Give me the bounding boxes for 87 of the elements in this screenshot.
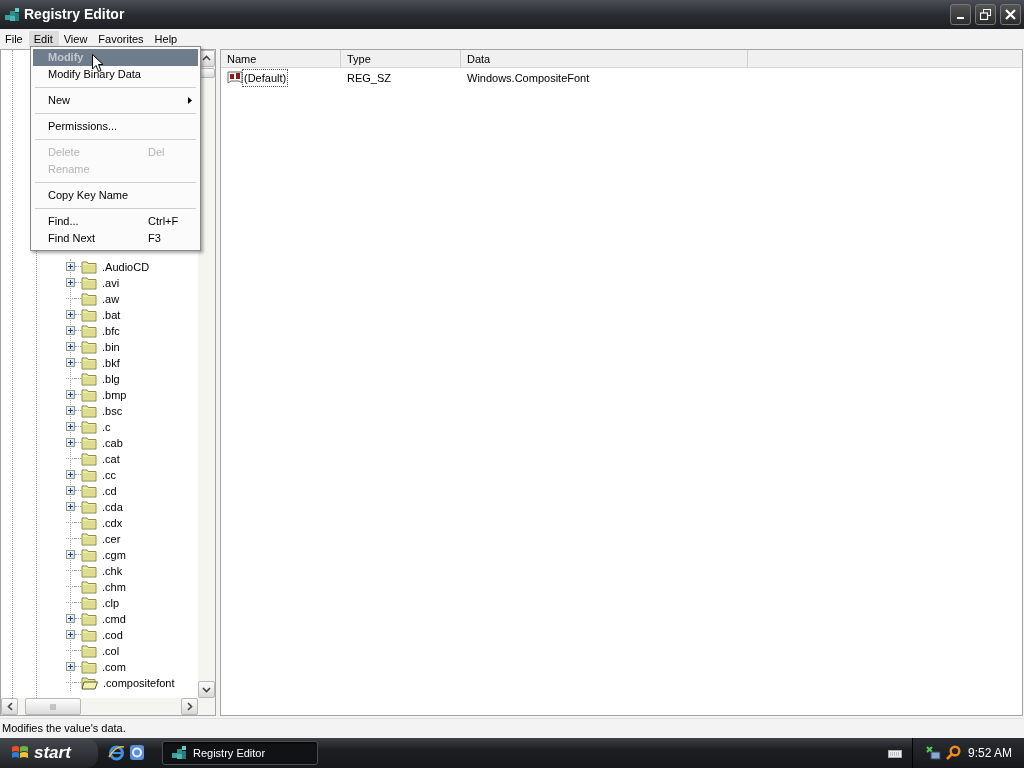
tree-item[interactable]: .cgm [101, 547, 127, 562]
menu-item[interactable]: Help [149, 30, 184, 47]
string-value-icon [227, 69, 243, 86]
expand-icon[interactable] [66, 550, 75, 560]
expand-icon[interactable] [66, 502, 75, 512]
menu-item[interactable]: Copy Key Name [33, 187, 198, 204]
start-button[interactable]: start [0, 738, 98, 768]
value-data: Windows.CompositeFont [466, 70, 591, 86]
tree-item[interactable]: .bat [101, 307, 122, 322]
keyboard-icon[interactable] [888, 748, 902, 758]
tree-item[interactable]: .cer [101, 531, 122, 546]
expand-icon[interactable] [66, 630, 75, 640]
menu-item[interactable]: View [58, 30, 94, 47]
browser-icon[interactable] [108, 744, 125, 762]
tree-item[interactable]: .compositefont [102, 675, 176, 690]
expand-icon[interactable] [66, 614, 75, 624]
grip-icon [49, 703, 57, 710]
tree-item[interactable]: .cd [101, 483, 118, 498]
tree-item[interactable]: .bfc [101, 323, 121, 338]
expand-icon[interactable] [66, 358, 75, 368]
menu-item[interactable]: Find... Ctrl+F [33, 213, 198, 230]
tree-item[interactable]: .avi [101, 275, 121, 290]
desktop-shortcut-icon[interactable] [129, 744, 145, 762]
tree-item[interactable]: .bmp [101, 387, 128, 402]
tree-item[interactable]: .chm [101, 579, 127, 594]
expand-icon[interactable] [66, 262, 75, 272]
network-icon[interactable] [925, 745, 941, 761]
menu-item[interactable]: File [0, 30, 29, 47]
restore-button[interactable] [975, 3, 996, 25]
scroll-down-button[interactable] [198, 681, 215, 699]
tree-item[interactable]: .cab [101, 435, 124, 450]
menu-item[interactable]: Edit [28, 30, 59, 47]
cubes-icon [4, 6, 20, 22]
expand-icon[interactable] [66, 278, 75, 288]
expand-icon[interactable] [66, 406, 75, 416]
expand-icon[interactable] [66, 342, 75, 352]
expand-icon[interactable] [66, 470, 75, 480]
menu-item[interactable]: Find Next F3 [33, 230, 198, 247]
scroll-right-button[interactable] [181, 698, 198, 716]
tree-item[interactable]: .bin [101, 339, 121, 354]
tree-item[interactable]: .com [101, 659, 127, 674]
minimize-icon [957, 16, 964, 19]
value-type: REG_SZ [346, 70, 392, 86]
status-text: Modifies the value's data. [0, 718, 1024, 738]
tree-item[interactable]: .cmd [101, 611, 127, 626]
tree-item[interactable]: .cdx [101, 515, 124, 530]
minimize-button[interactable] [950, 3, 971, 25]
cubes-icon [171, 745, 187, 761]
menu-item[interactable]: New [33, 92, 198, 109]
tree-item[interactable]: .blg [101, 371, 121, 386]
tree-item[interactable]: .cod [101, 627, 124, 642]
expand-icon[interactable] [66, 390, 75, 400]
close-icon [1005, 8, 1016, 20]
taskbar-button[interactable]: Registry Editor [162, 741, 318, 765]
clock: 9:52 AM [967, 745, 1012, 762]
tree-item[interactable]: .AudioCD [101, 259, 151, 274]
magnifier-icon[interactable] [945, 745, 961, 761]
value-name[interactable]: (Default) [243, 69, 288, 87]
menu-item[interactable]: Permissions... [33, 118, 198, 135]
tree-item[interactable]: .chk [101, 563, 124, 578]
tree-item[interactable]: .clp [101, 595, 121, 610]
tree-item[interactable]: .cat [101, 451, 121, 466]
menu-item[interactable]: Favorites [93, 30, 150, 47]
tree-item[interactable]: .bkf [101, 355, 121, 370]
tree-item[interactable]: .col [101, 643, 121, 658]
scroll-left-button[interactable] [1, 698, 18, 716]
tree-item[interactable]: .cc [101, 467, 118, 482]
column-header[interactable]: Name [221, 49, 341, 67]
expand-icon[interactable] [66, 662, 75, 672]
menu-item[interactable]: Modify Binary Data [33, 66, 198, 83]
tree-item[interactable]: .cda [101, 499, 124, 514]
window-title: Registry Editor [24, 4, 126, 24]
horizontal-scrollbar[interactable] [1, 698, 215, 716]
expand-icon[interactable] [66, 486, 75, 496]
scroll-thumb[interactable] [25, 698, 81, 716]
restore-icon [980, 8, 991, 20]
column-header[interactable]: Data [461, 49, 748, 67]
expand-icon[interactable] [66, 310, 75, 320]
tree-item[interactable]: .aw [101, 291, 121, 306]
close-button[interactable] [1000, 3, 1021, 25]
tree-item[interactable]: .c [101, 419, 112, 434]
tree-item[interactable]: .bsc [101, 403, 124, 418]
column-header[interactable]: Type [341, 49, 461, 67]
vertical-scrollbar[interactable] [198, 49, 215, 699]
expand-icon[interactable] [66, 422, 75, 432]
expand-icon[interactable] [66, 438, 75, 448]
expand-icon[interactable] [66, 326, 75, 336]
